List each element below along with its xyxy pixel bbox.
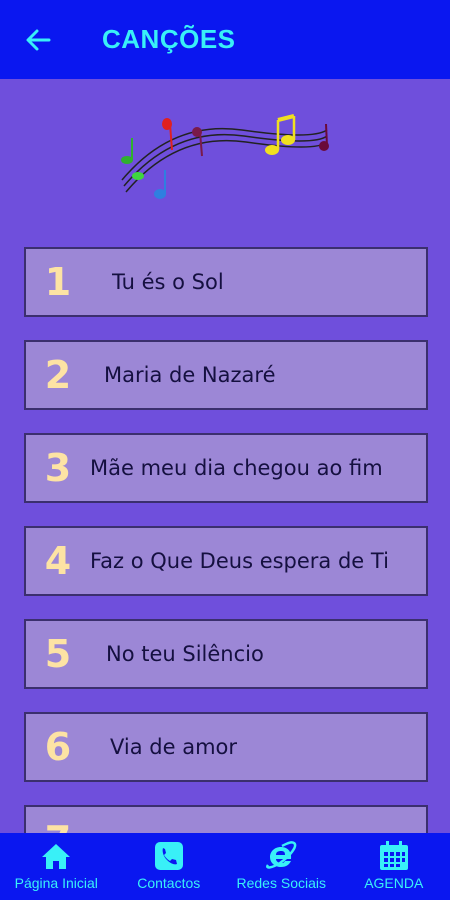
internet-explorer-icon	[266, 841, 297, 869]
song-number: 5	[44, 632, 72, 676]
song-number: 3	[44, 446, 72, 490]
song-number: 1	[44, 260, 72, 304]
tab-contacts[interactable]: Contactos	[113, 833, 226, 900]
song-item-2[interactable]: 2 Maria de Nazaré	[24, 340, 428, 410]
home-icon	[42, 844, 71, 869]
song-number: 4	[44, 539, 72, 583]
tab-label: AGENDA	[364, 875, 424, 891]
tab-label: Página Inicial	[14, 875, 98, 891]
song-title: Maria de Nazaré	[104, 363, 276, 387]
phone-icon	[154, 842, 183, 870]
song-number: 6	[44, 725, 72, 769]
song-item-7[interactable]: 7	[24, 805, 428, 833]
tab-home[interactable]: Página Inicial	[0, 833, 113, 900]
song-list: 1 Tu és o Sol 2 Maria de Nazaré 3 Mãe me…	[0, 0, 450, 833]
song-number: 2	[44, 353, 72, 397]
song-number: 7	[26, 818, 90, 833]
song-title: Faz o Que Deus espera de Ti	[90, 549, 389, 573]
song-item-6[interactable]: 6 Via de amor	[24, 712, 428, 782]
song-title: No teu Silêncio	[106, 642, 264, 666]
song-item-1[interactable]: 1 Tu és o Sol	[24, 247, 428, 317]
back-button[interactable]	[18, 22, 58, 58]
song-item-5[interactable]: 5 No teu Silêncio	[24, 619, 428, 689]
music-notes-image	[112, 110, 336, 210]
tab-label: Contactos	[137, 875, 201, 891]
song-item-3[interactable]: 3 Mãe meu dia chegou ao fim	[24, 433, 428, 503]
page-title: CANÇÕES	[102, 24, 236, 54]
song-title: Mãe meu dia chegou ao fim	[90, 456, 383, 480]
arrow-left-icon	[26, 29, 51, 51]
tab-label: Redes Sociais	[236, 875, 327, 891]
song-title: Via de amor	[110, 735, 238, 759]
song-title: Tu és o Sol	[112, 270, 224, 294]
bottom-navigation: Página Inicial Contactos Redes Sociais A…	[0, 833, 450, 900]
tab-social[interactable]: Redes Sociais	[225, 833, 338, 900]
song-item-4[interactable]: 4 Faz o Que Deus espera de Ti	[24, 526, 428, 596]
tab-agenda[interactable]: AGENDA	[338, 833, 450, 900]
calendar-icon	[379, 841, 408, 870]
app-bar: CANÇÕES	[0, 0, 450, 79]
